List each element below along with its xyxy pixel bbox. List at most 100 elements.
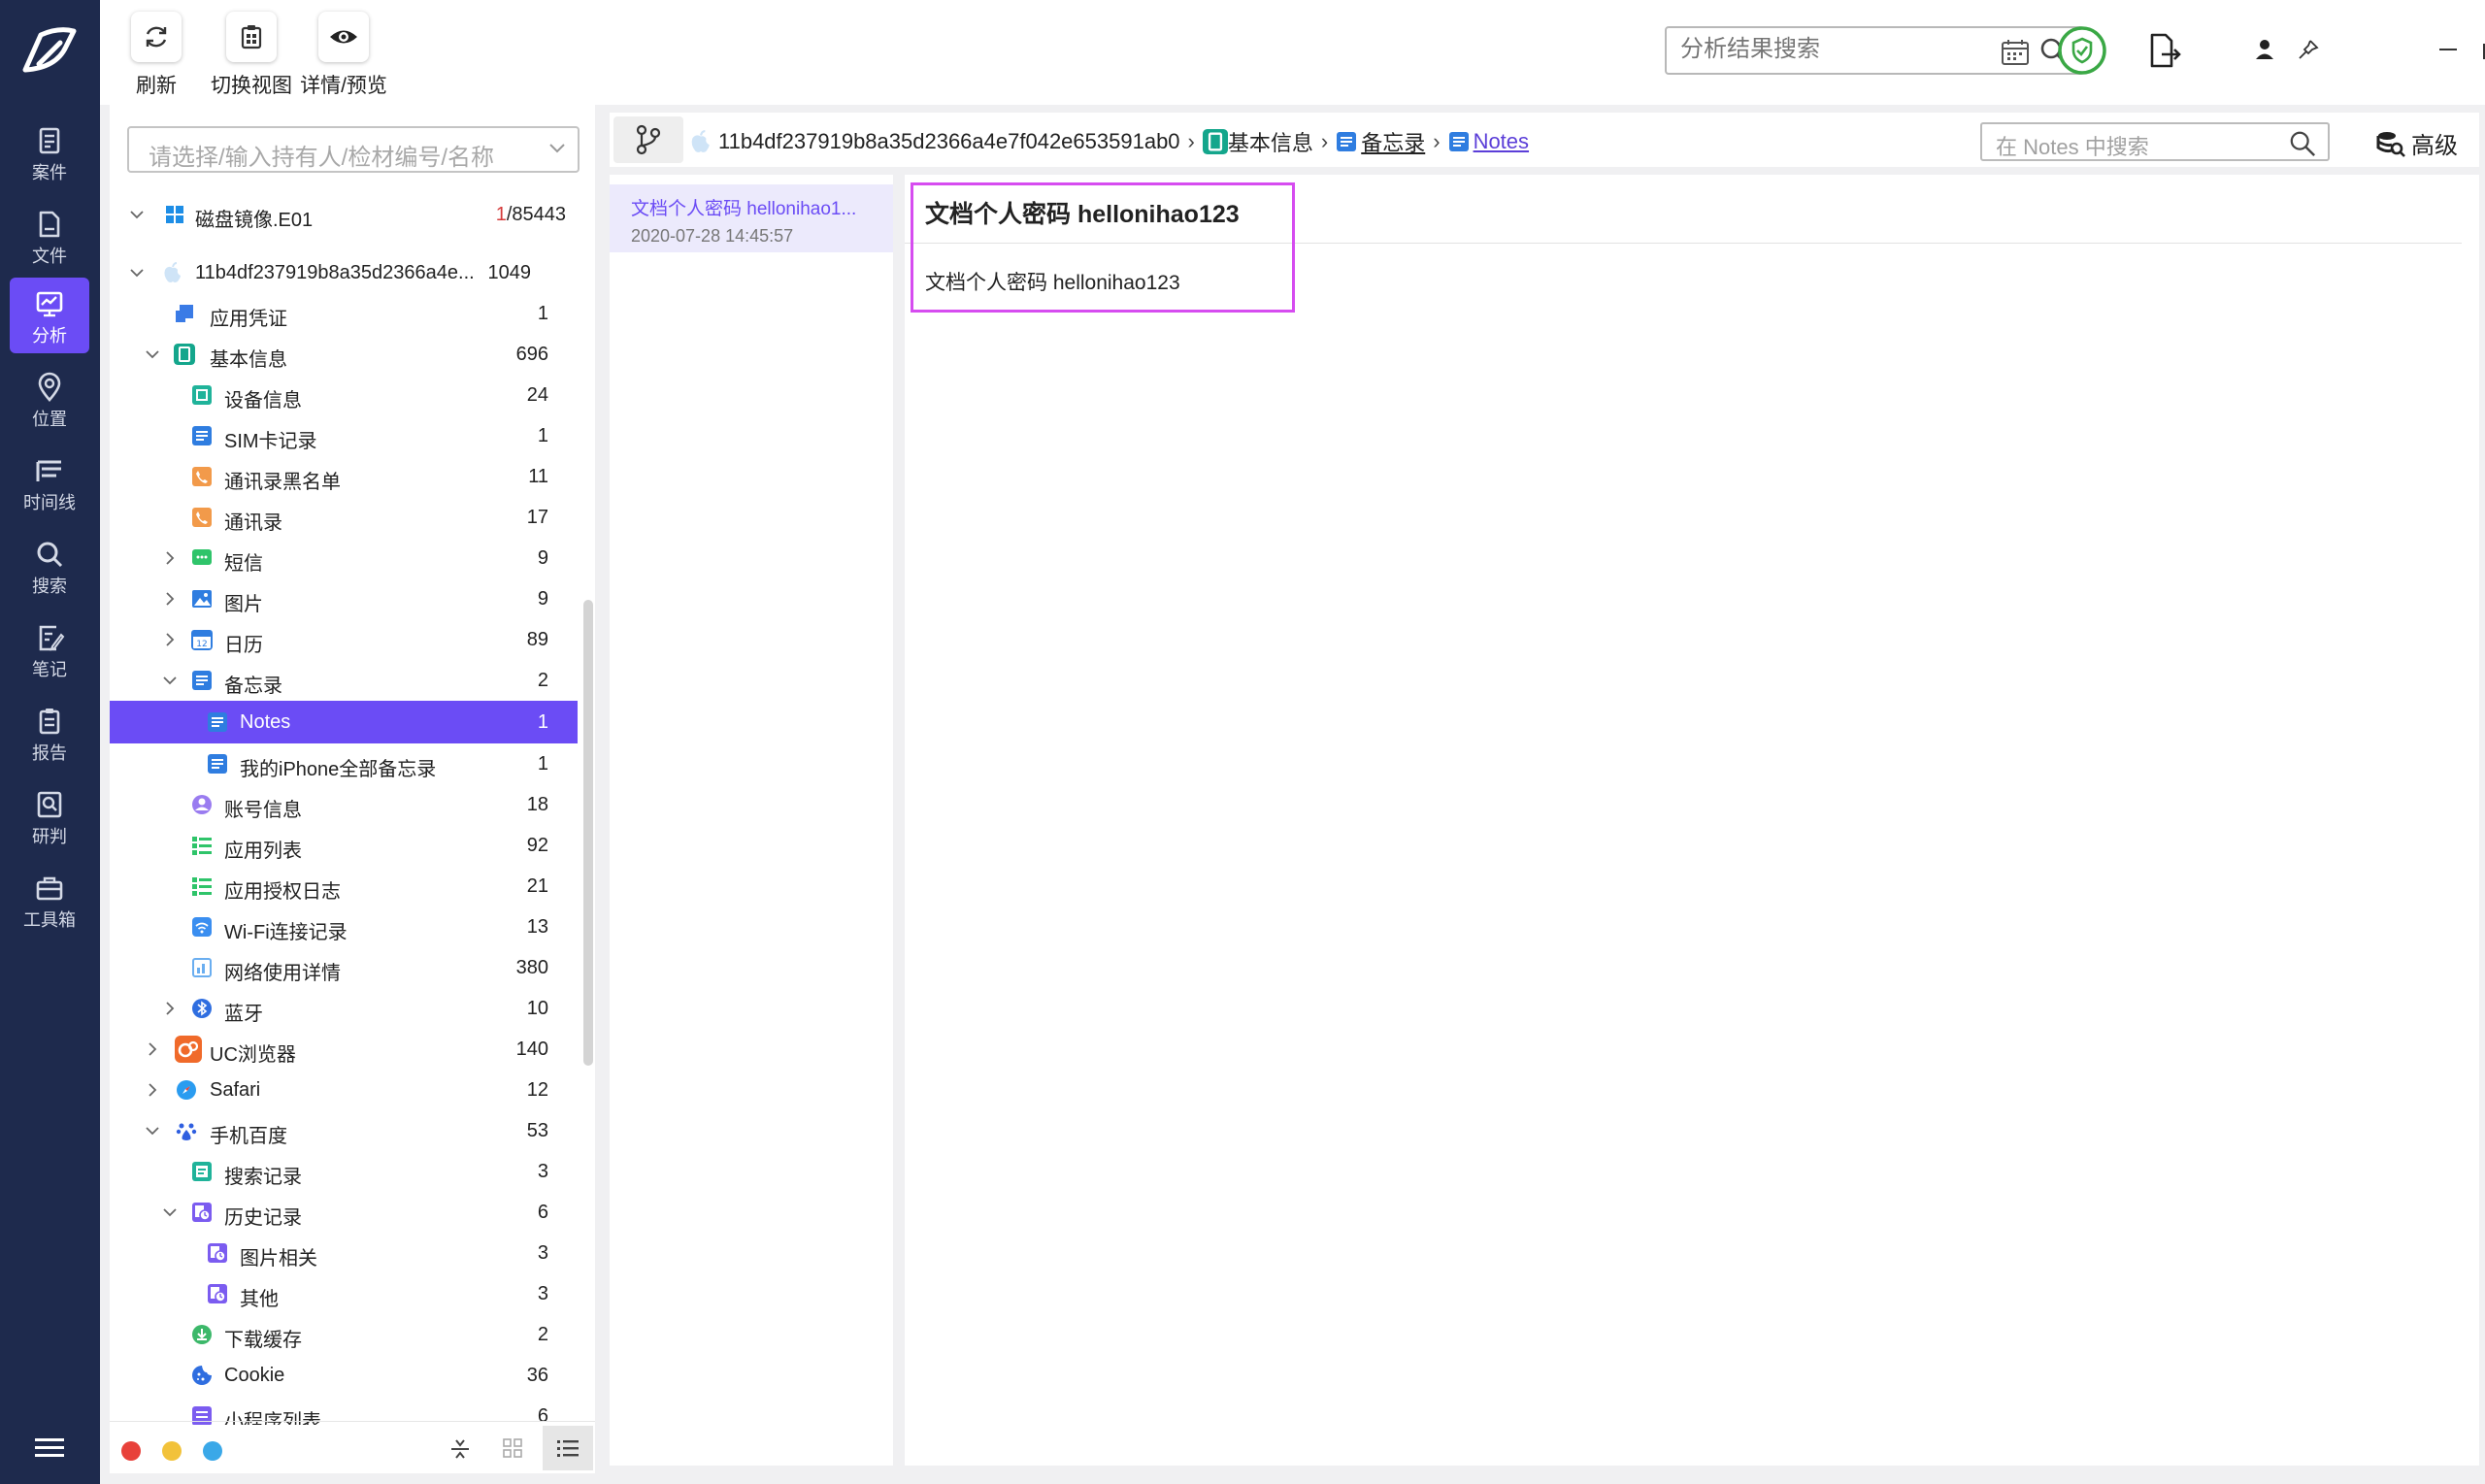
tree-item-app-auth-log[interactable]: 应用授权日志 21 — [110, 866, 578, 907]
tree-item-search-records[interactable]: 搜索记录 3 — [110, 1151, 578, 1192]
search-icon — [37, 542, 63, 568]
tree-item-bluetooth[interactable]: 蓝牙 10 — [110, 988, 578, 1029]
tree-item-download-cache[interactable]: 下载缓存 2 — [110, 1314, 578, 1355]
breadcrumb-device[interactable]: 11b4df237919b8a35d2366a4e7f042e653591ab0 — [718, 129, 1180, 154]
chevron-down-icon[interactable] — [145, 346, 160, 362]
list-view-button[interactable] — [543, 1426, 593, 1470]
switch-view-button[interactable]: 切换视图 — [207, 12, 296, 99]
chevron-right-icon[interactable] — [145, 1041, 160, 1057]
sim-card-icon — [192, 426, 212, 445]
search-icon[interactable] — [2289, 130, 2316, 157]
tree-item-iphone-all-memos[interactable]: 我的iPhone全部备忘录 1 — [110, 743, 578, 784]
tree-item-cookie[interactable]: Cookie 36 — [110, 1355, 578, 1396]
hamburger-menu-icon[interactable] — [35, 1436, 64, 1460]
chevron-down-icon[interactable] — [145, 1123, 160, 1138]
branch-button[interactable] — [613, 116, 683, 163]
tree-item-device[interactable]: 11b4df237919b8a35d2366a4e... 1049 — [110, 252, 578, 293]
tree-item-sms[interactable]: 短信 9 — [110, 538, 578, 578]
export-file-icon[interactable] — [2148, 33, 2181, 68]
tree-item-app-credentials[interactable]: 应用凭证 1 — [110, 293, 578, 334]
chevron-down-icon[interactable] — [162, 673, 178, 688]
memo-icon — [1337, 132, 1357, 151]
tree-item-account-info[interactable]: 账号信息 18 — [110, 784, 578, 825]
tree-item-images[interactable]: 图片 9 — [110, 578, 578, 619]
note-highlight-box: 文档个人密码 hellonihao123 文档个人密码 hellonihao12… — [911, 182, 1295, 313]
nav-search[interactable]: 搜索 — [10, 528, 89, 604]
nav-note[interactable]: 笔记 — [10, 611, 89, 687]
analysis-search-input[interactable] — [1680, 36, 2001, 63]
report-icon — [39, 709, 60, 735]
nav-file[interactable]: 文件 — [10, 198, 89, 274]
notes-search-box[interactable]: 在 Notes 中搜索 — [1980, 122, 2330, 161]
phone-icon — [192, 508, 212, 527]
tree-item-contact-blacklist[interactable]: 通讯录黑名单 11 — [110, 456, 578, 497]
tree-item-image-related[interactable]: 图片相关 3 — [110, 1233, 578, 1273]
breadcrumb: 11b4df237919b8a35d2366a4e7f042e653591ab0… — [689, 126, 1529, 157]
user-icon[interactable] — [2255, 39, 2274, 60]
blue-dot[interactable] — [203, 1441, 222, 1461]
chevron-right-icon[interactable] — [162, 591, 178, 607]
tree-item-notes[interactable]: Notes 1 — [110, 701, 578, 743]
tree-item-history[interactable]: 历史记录 6 — [110, 1192, 578, 1233]
device-info-icon — [192, 385, 212, 405]
tree-item-mobile-baidu[interactable]: 手机百度 53 — [110, 1110, 578, 1151]
history-icon — [208, 1243, 227, 1263]
nav-judge[interactable]: 研判 — [10, 778, 89, 854]
chevron-down-icon[interactable] — [129, 207, 145, 222]
grid-view-icon[interactable] — [502, 1437, 523, 1459]
shield-check-icon[interactable] — [2057, 25, 2107, 76]
breadcrumb-memo[interactable]: 备忘录 — [1361, 126, 1425, 157]
tree-item-calendar[interactable]: 12 日历 89 — [110, 619, 578, 660]
breadcrumb-notes[interactable]: Notes — [1474, 129, 1529, 154]
chevron-down-icon[interactable] — [129, 265, 145, 280]
chevron-down-icon[interactable] — [162, 1204, 178, 1220]
nav-toolbox[interactable]: 工具箱 — [10, 862, 89, 938]
minimize-icon[interactable] — [2437, 39, 2459, 60]
tree-item-network-usage[interactable]: 网络使用详情 380 — [110, 947, 578, 988]
nav-report[interactable]: 报告 — [10, 695, 89, 771]
analysis-search-box[interactable] — [1665, 26, 2084, 75]
refresh-button[interactable]: 刷新 — [131, 12, 182, 99]
detail-preview-button[interactable]: 详情/预览 — [292, 12, 395, 99]
list-item[interactable]: 文档个人密码 hellonihao1... 2020-07-28 14:45:5… — [610, 184, 893, 252]
chevron-down-icon — [549, 144, 565, 153]
safari-icon — [177, 1080, 196, 1100]
pin-icon[interactable] — [2298, 39, 2319, 60]
breadcrumb-bar: 11b4df237919b8a35d2366a4e7f042e653591ab0… — [610, 113, 2479, 167]
tree-scrollbar[interactable] — [583, 600, 593, 1066]
chevron-right-icon[interactable] — [145, 1082, 160, 1098]
tree-item-device-info[interactable]: 设备信息 24 — [110, 375, 578, 415]
search-record-icon — [192, 1162, 212, 1181]
tree-item-wifi-records[interactable]: Wi-Fi连接记录 13 — [110, 907, 578, 947]
tree-item-basic-info[interactable]: 基本信息 696 — [110, 334, 578, 375]
calendar-icon: 12 — [191, 630, 213, 650]
chevron-right-icon[interactable] — [162, 632, 178, 647]
nav-timeline[interactable]: 时间线 — [10, 445, 89, 520]
collapse-icon[interactable] — [449, 1437, 471, 1461]
nav-location[interactable]: 位置 — [10, 361, 89, 437]
tree-footer — [110, 1421, 595, 1473]
advanced-search-button[interactable]: 高级 — [2376, 126, 2458, 160]
nav-analysis[interactable]: 分析 — [10, 278, 89, 353]
svg-text:12: 12 — [196, 640, 207, 649]
evidence-tree-panel: 请选择/输入持有人/检材编号/名称 磁盘镜像.E01 1/85443 11b4d… — [110, 105, 595, 1473]
holder-selector[interactable]: 请选择/输入持有人/检材编号/名称 — [127, 126, 580, 173]
tree-item-sim-records[interactable]: SIM卡记录 1 — [110, 415, 578, 456]
tree-item-other[interactable]: 其他 3 — [110, 1273, 578, 1314]
tree-item-contacts[interactable]: 通讯录 17 — [110, 497, 578, 538]
tree-item-disk-image[interactable]: 磁盘镜像.E01 1/85443 — [110, 194, 578, 235]
chevron-right-icon[interactable] — [162, 550, 178, 566]
app-list-icon — [192, 837, 212, 855]
tree-item-memo[interactable]: 备忘录 2 — [110, 660, 578, 701]
red-dot[interactable] — [121, 1441, 141, 1461]
tree-item-safari[interactable]: Safari 12 — [110, 1070, 578, 1110]
memo-icon — [208, 754, 227, 774]
yellow-dot[interactable] — [162, 1441, 182, 1461]
tree-item-app-list[interactable]: 应用列表 92 — [110, 825, 578, 866]
chevron-right-icon[interactable] — [162, 1001, 178, 1016]
calendar-icon[interactable] — [2001, 39, 2030, 66]
breadcrumb-basic-info[interactable]: 基本信息 — [1228, 126, 1313, 157]
nav-case[interactable]: 案件 — [10, 115, 89, 190]
tree-item-uc-browser[interactable]: UC浏览器 140 — [110, 1029, 578, 1070]
app-list-icon — [192, 877, 212, 896]
